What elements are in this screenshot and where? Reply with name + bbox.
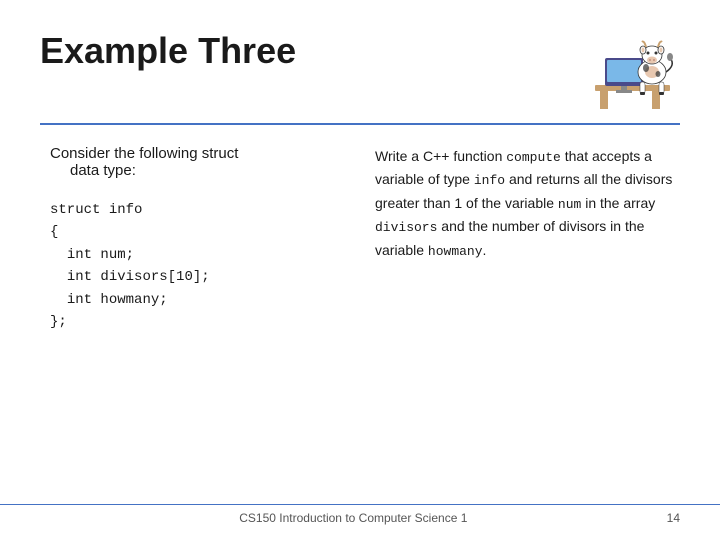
code-line-5: int howmany; — [50, 289, 345, 311]
slide-title: Example Three — [40, 30, 296, 72]
code-compute: compute — [506, 150, 561, 165]
mascot-image — [580, 30, 680, 115]
code-line-3: int num; — [50, 244, 345, 266]
code-howmany: howmany — [428, 244, 483, 259]
slide: Example Three — [0, 0, 720, 540]
top-divider — [40, 123, 680, 125]
code-line-1: struct info — [50, 199, 345, 221]
footer-page: 14 — [667, 511, 680, 525]
content-area: Consider the following struct data type:… — [40, 145, 680, 333]
right-panel: Write a C++ function compute that accept… — [375, 145, 680, 333]
footer-course: CS150 Introduction to Computer Science 1 — [239, 511, 467, 525]
code-num: num — [558, 197, 581, 212]
code-line-6: }; — [50, 311, 345, 333]
consider-line2: data type: — [70, 162, 345, 179]
code-block: struct info { int num; int divisors[10];… — [50, 199, 345, 333]
code-divisors: divisors — [375, 220, 437, 235]
consider-line1: Consider the following struct — [50, 145, 238, 162]
left-panel: Consider the following struct data type:… — [40, 145, 345, 333]
footer: CS150 Introduction to Computer Science 1… — [0, 504, 720, 525]
header: Example Three — [40, 30, 680, 115]
code-line-2: { — [50, 221, 345, 243]
code-line-4: int divisors[10]; — [50, 266, 345, 288]
code-info: info — [474, 173, 505, 188]
consider-description: Consider the following struct data type: — [50, 145, 345, 179]
right-description: Write a C++ function compute that accept… — [375, 145, 680, 262]
